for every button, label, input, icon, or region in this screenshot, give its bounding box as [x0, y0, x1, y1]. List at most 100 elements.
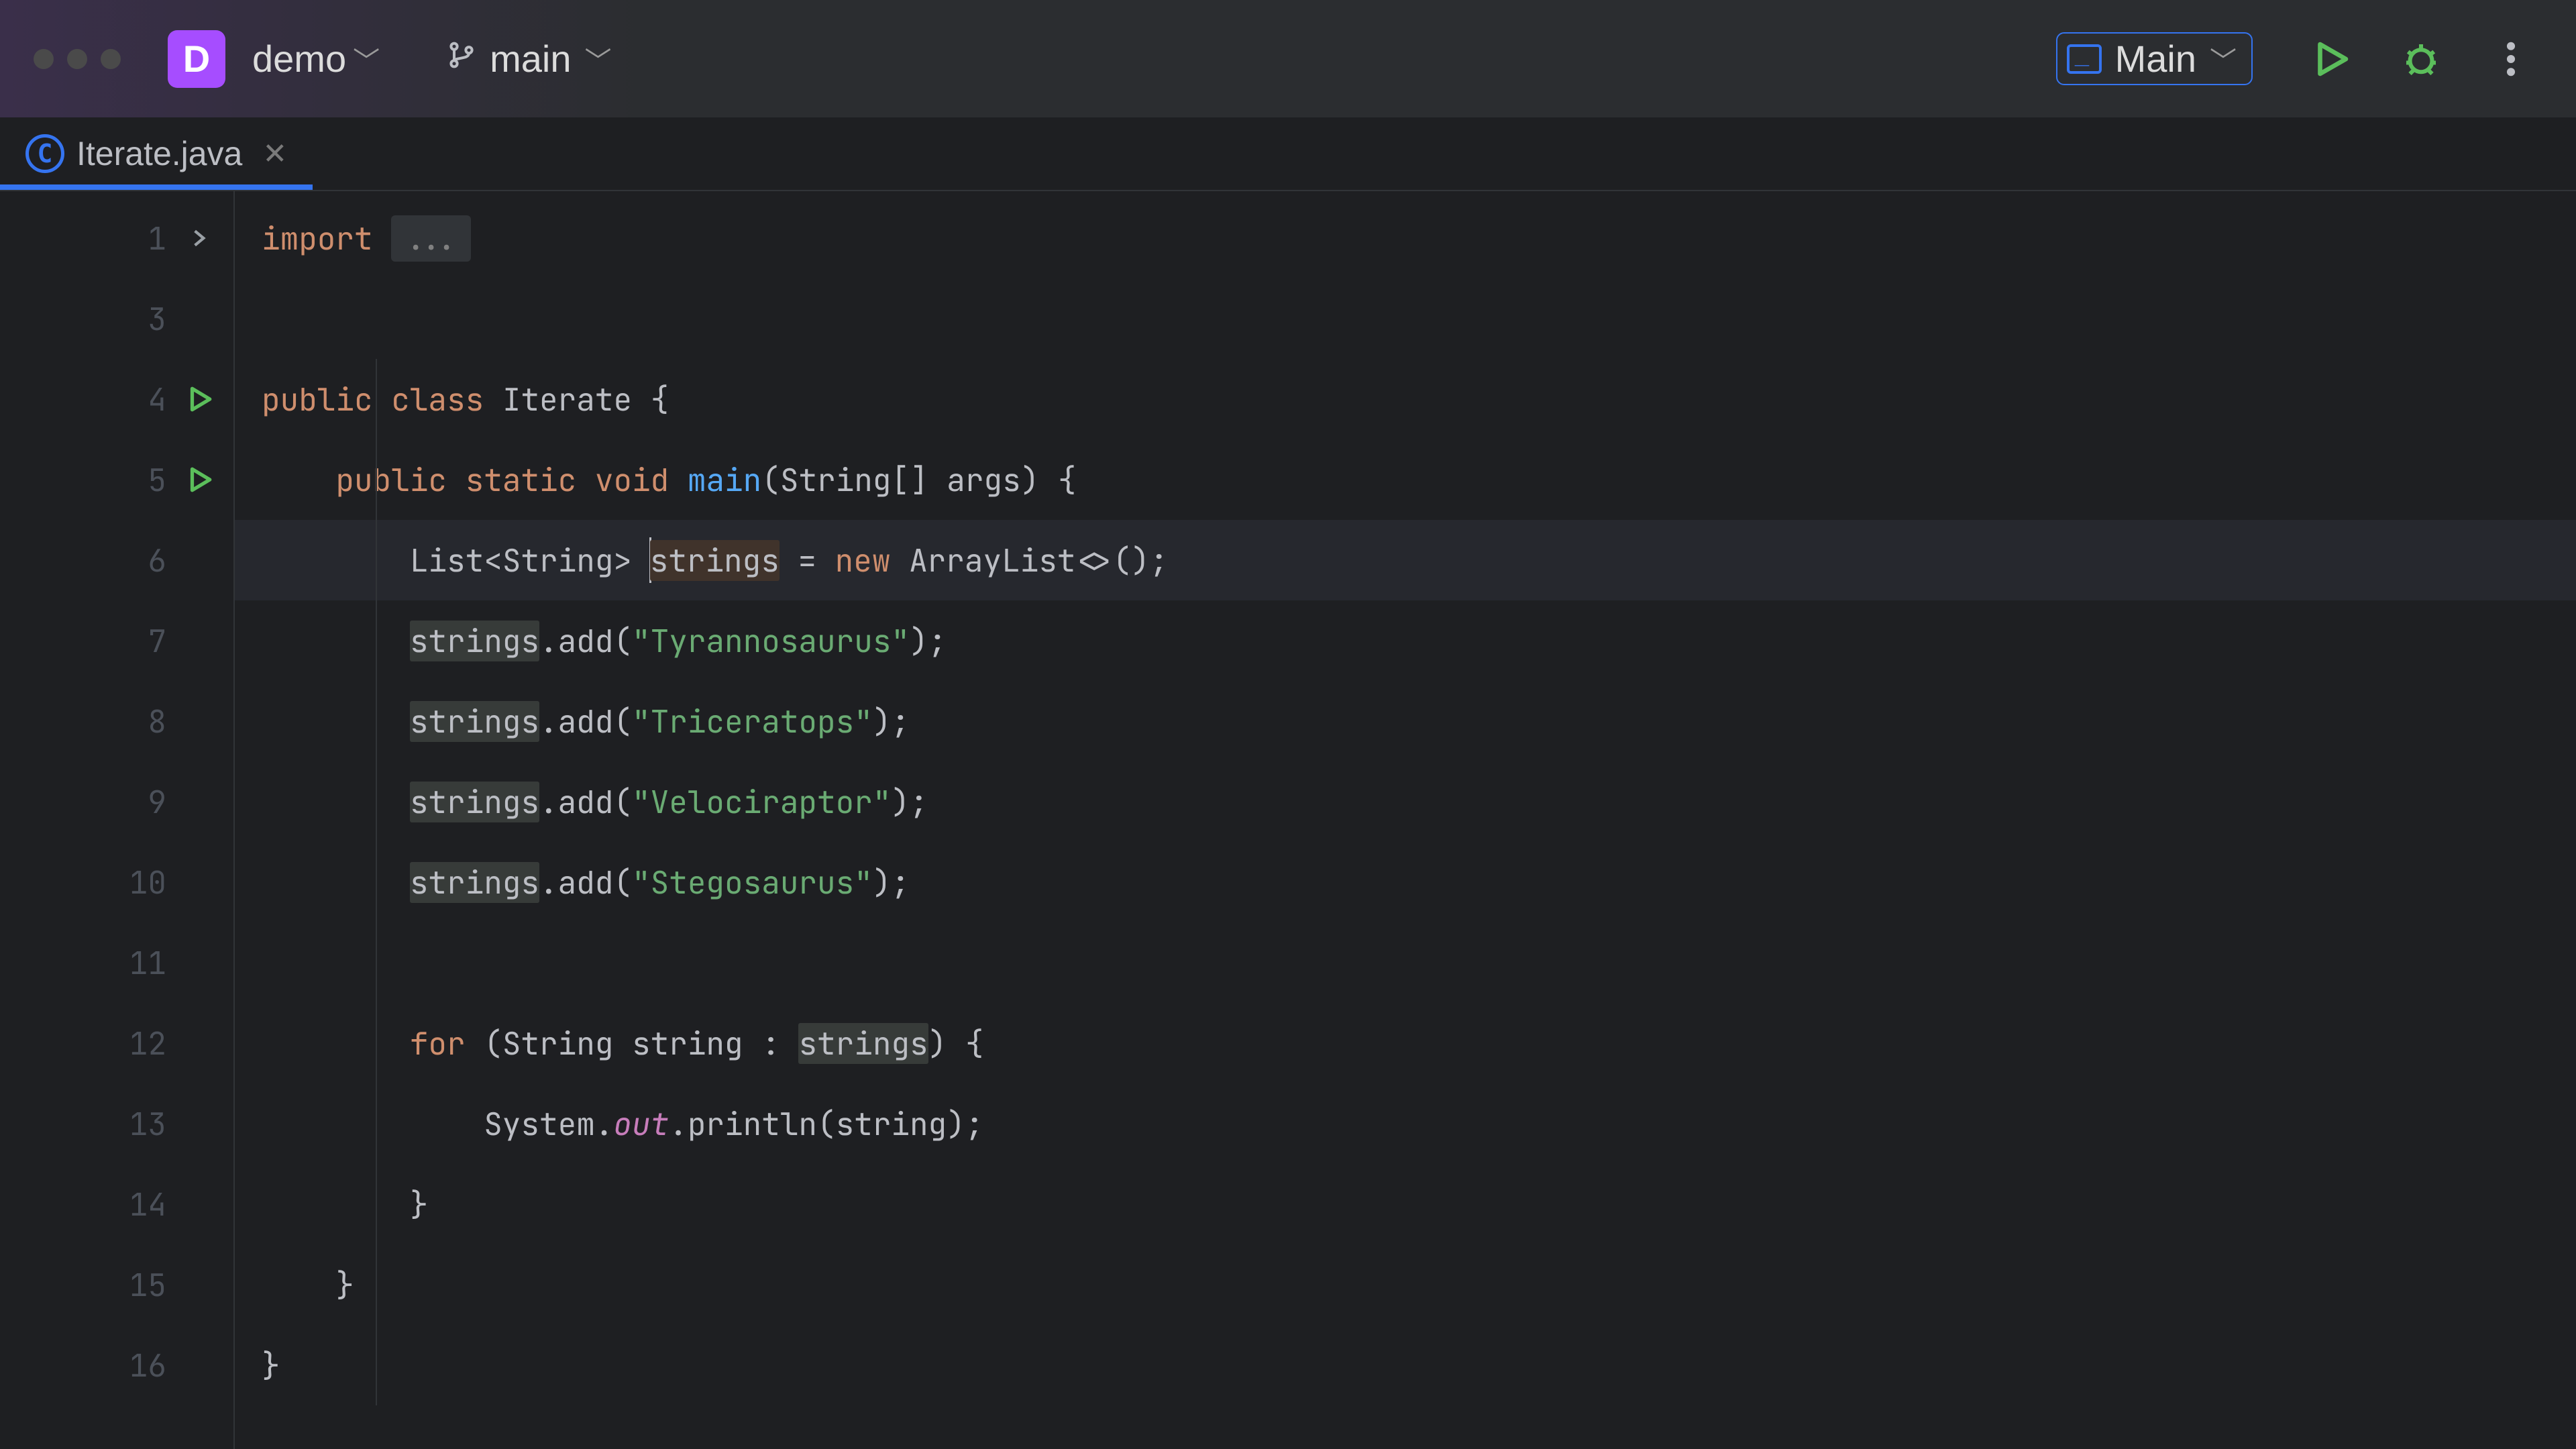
code-line-current[interactable]: List<String> strings = new ArrayList<>()… [235, 520, 2576, 600]
code-line[interactable]: public static void main(String[] args) { [235, 439, 2576, 520]
line-number: 16 [126, 1345, 166, 1386]
chevron-down-icon: ﹀ [584, 40, 611, 78]
line-number: 11 [126, 943, 166, 983]
code-line[interactable]: } [235, 1244, 2576, 1325]
code-line[interactable]: strings.add("Triceratops"); [235, 681, 2576, 761]
punct: } [262, 1345, 280, 1386]
punct: { [632, 379, 669, 420]
code-line[interactable] [235, 922, 2576, 1003]
keyword: public [262, 379, 373, 420]
variable: strings [650, 540, 780, 581]
gutter-line[interactable]: 16 [0, 1325, 233, 1405]
keyword: class [391, 379, 484, 420]
line-number: 4 [126, 379, 166, 420]
code-area[interactable]: import ... public class Iterate { public… [235, 191, 2576, 1449]
run-button[interactable] [2300, 28, 2363, 91]
gutter-line[interactable]: 3 [0, 278, 233, 359]
code-line[interactable]: strings.add("Tyrannosaurus"); [235, 600, 2576, 681]
run-gutter-icon[interactable] [182, 463, 216, 496]
line-number: 6 [126, 540, 166, 581]
code-line[interactable]: import ... [235, 198, 2576, 278]
keyword: for [410, 1023, 466, 1064]
branch-icon [447, 37, 476, 80]
code-line[interactable]: public class Iterate { [235, 359, 2576, 439]
variable: strings [410, 782, 539, 822]
run-gutter-icon[interactable] [182, 382, 216, 416]
punct: ); [873, 701, 910, 742]
gutter-line[interactable]: 13 [0, 1083, 233, 1164]
run-config-selector[interactable]: Main ﹀ [2056, 32, 2253, 85]
punct: } [335, 1265, 354, 1305]
line-number: 1 [126, 218, 166, 259]
code-line[interactable]: for (String string : strings) { [235, 1003, 2576, 1083]
variable: strings [410, 862, 539, 903]
gutter[interactable]: 1 3 4 5 6 💡 7 8 9 10 11 12 13 [0, 191, 235, 1449]
chevron-right-icon[interactable] [182, 221, 216, 255]
line-number: 9 [126, 782, 166, 822]
gutter-line[interactable]: 15 [0, 1244, 233, 1325]
line-number: 12 [126, 1023, 166, 1064]
punct: } [410, 1184, 429, 1225]
keyword: static [466, 460, 577, 500]
line-number: 7 [126, 621, 166, 661]
variable: strings [410, 701, 539, 742]
code-line[interactable]: System.out.println(string); [235, 1083, 2576, 1164]
punct: (String string : [466, 1023, 799, 1064]
code-line[interactable]: strings.add("Velociraptor"); [235, 761, 2576, 842]
params: (String[] args) { [761, 460, 1076, 500]
gutter-line[interactable]: 5 [0, 439, 233, 520]
string-literal: "Triceratops" [632, 701, 873, 742]
tab-iterate-java[interactable]: C Iterate.java ✕ [0, 117, 313, 190]
method-call: .add( [539, 621, 632, 661]
gutter-line[interactable]: 10 [0, 842, 233, 922]
variable: strings [410, 621, 539, 661]
line-number: 8 [126, 701, 166, 742]
class-name: Iterate [502, 379, 632, 420]
code-line[interactable]: strings.add("Stegosaurus"); [235, 842, 2576, 922]
keyword: new [835, 540, 891, 581]
method-call: .add( [539, 862, 632, 903]
window-min-dot[interactable] [67, 49, 87, 69]
editor-area: 1 3 4 5 6 💡 7 8 9 10 11 12 13 [0, 191, 2576, 1449]
gutter-line[interactable]: 4 [0, 359, 233, 439]
line-number: 3 [126, 299, 166, 339]
string-literal: "Stegosaurus" [632, 862, 873, 903]
tab-label: Iterate.java [76, 134, 242, 173]
window-close-dot[interactable] [34, 49, 54, 69]
branch-name-label: main [490, 37, 571, 80]
folded-region[interactable]: ... [391, 215, 471, 262]
top-toolbar: D demo ﹀ main ﹀ Main ﹀ [0, 0, 2576, 117]
debug-button[interactable] [2390, 28, 2453, 91]
window-max-dot[interactable] [101, 49, 121, 69]
close-icon[interactable]: ✕ [262, 137, 287, 171]
method-call: .println(string); [669, 1104, 983, 1144]
gutter-line[interactable]: 9 [0, 761, 233, 842]
keyword: void [595, 460, 669, 500]
vcs-branch-selector[interactable]: main ﹀ [447, 37, 611, 80]
gutter-line[interactable]: 14 [0, 1164, 233, 1244]
punct: ) { [928, 1023, 984, 1064]
code-line[interactable]: } [235, 1164, 2576, 1244]
gutter-line[interactable]: 12 [0, 1003, 233, 1083]
java-class-icon: C [25, 134, 64, 173]
chevron-down-icon: ﹀ [2210, 40, 2237, 78]
code-line[interactable]: } [235, 1325, 2576, 1405]
gutter-line[interactable]: 1 [0, 198, 233, 278]
keyword: public [335, 460, 447, 500]
run-config-label: Main [2115, 37, 2196, 80]
gutter-line[interactable]: 11 [0, 922, 233, 1003]
terminal-icon [2067, 44, 2102, 74]
line-number: 15 [126, 1265, 166, 1305]
punct: ); [891, 782, 928, 822]
gutter-line[interactable]: 6 💡 [0, 520, 233, 600]
gutter-line[interactable]: 8 [0, 681, 233, 761]
field: out [613, 1104, 669, 1144]
code-line[interactable] [235, 278, 2576, 359]
line-number: 5 [126, 460, 166, 500]
type: List [410, 540, 484, 581]
project-selector[interactable]: demo ﹀ [252, 37, 380, 80]
gutter-line[interactable]: 7 [0, 600, 233, 681]
more-actions-button[interactable] [2479, 28, 2542, 91]
variable: strings [798, 1023, 928, 1064]
punct: = [780, 540, 835, 581]
